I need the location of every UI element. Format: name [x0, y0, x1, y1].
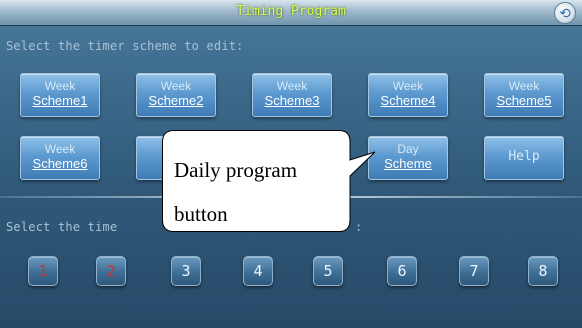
week-scheme-2-line1: Week [160, 79, 192, 93]
week-scheme-4-button[interactable]: Week Scheme4 [368, 73, 448, 117]
back-arrow-icon[interactable]: ⟲ [554, 2, 576, 24]
timer-6-button[interactable]: 6 [387, 256, 417, 286]
week-scheme-4-line1: Week [392, 79, 424, 93]
week-scheme-1-button[interactable]: Week Scheme1 [20, 73, 100, 117]
week-scheme-2-button[interactable]: Week Scheme2 [136, 73, 216, 117]
week-scheme-5-button[interactable]: Week Scheme5 [484, 73, 564, 117]
week-scheme-2-line2: Scheme2 [148, 93, 204, 108]
week-scheme-1-line2: Scheme1 [32, 93, 88, 108]
week-scheme-3-line1: Week [276, 79, 308, 93]
week-scheme-3-line2: Scheme3 [264, 93, 320, 108]
day-scheme-button[interactable]: Day Scheme [368, 136, 448, 180]
timer-2-button[interactable]: 2 [96, 256, 126, 286]
day-scheme-line2: Scheme [384, 156, 432, 171]
help-label: Help [508, 149, 540, 164]
timer-5-button[interactable]: 5 [313, 256, 343, 286]
annotation-callout: Daily program button [162, 130, 376, 232]
timer-3-button[interactable]: 3 [171, 256, 201, 286]
timer-4-button[interactable]: 4 [243, 256, 273, 286]
title-bar: Timing Program ⟲ [0, 0, 582, 26]
week-scheme-1-line1: Week [44, 79, 76, 93]
callout-line-2: button [174, 202, 228, 226]
week-scheme-3-button[interactable]: Week Scheme3 [252, 73, 332, 117]
timer-instruction-start: Select the time [6, 220, 118, 234]
week-scheme-4-line2: Scheme4 [380, 93, 436, 108]
callout-line-1: Daily program [174, 158, 298, 182]
day-scheme-line1: Day [397, 142, 419, 156]
timer-8-button[interactable]: 8 [528, 256, 558, 286]
week-scheme-6-button[interactable]: Week Scheme6 [20, 136, 100, 180]
page-title: Timing Program [236, 4, 346, 19]
timer-7-button[interactable]: 7 [459, 256, 489, 286]
scheme-instruction: Select the timer scheme to edit: [6, 39, 244, 53]
week-scheme-6-line2: Scheme6 [32, 156, 88, 171]
help-button[interactable]: Help [484, 136, 564, 180]
week-scheme-5-line1: Week [508, 79, 540, 93]
week-scheme-6-line1: Week [44, 142, 76, 156]
week-scheme-5-line2: Scheme5 [496, 93, 552, 108]
timer-1-button[interactable]: 1 [28, 256, 58, 286]
